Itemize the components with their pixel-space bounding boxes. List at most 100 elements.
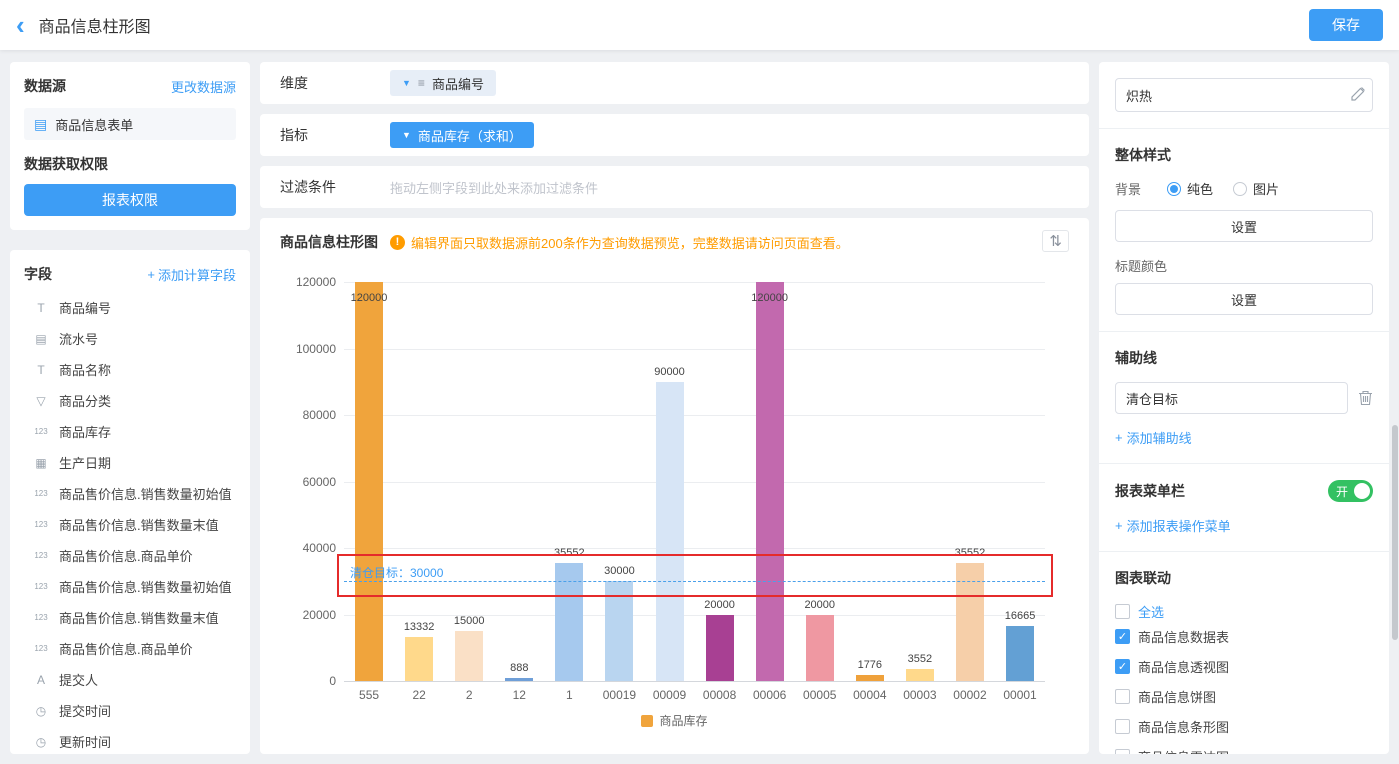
dimension-tag[interactable]: ▼ ≡ 商品编号 [390, 70, 496, 96]
filter-row[interactable]: 过滤条件 拖动左侧字段到此处来添加过滤条件 [260, 166, 1089, 208]
x-axis-tick: 00001 [995, 688, 1045, 702]
field-item[interactable]: 123商品售价信息.销售数量初始值 [24, 478, 236, 509]
report-menu-toggle[interactable]: 开 [1328, 480, 1373, 502]
field-item[interactable]: T商品编号 [24, 292, 236, 323]
add-report-menu-link[interactable]: + 添加报表操作菜单 [1115, 516, 1231, 535]
field-label: 商品名称 [59, 360, 111, 379]
field-item[interactable]: ▦生产日期 [24, 447, 236, 478]
linkage-title: 图表联动 [1115, 568, 1373, 588]
dimension-label: 维度 [280, 73, 390, 93]
bar-00009[interactable] [656, 382, 684, 681]
field-item[interactable]: 123商品售价信息.销售数量末值 [24, 509, 236, 540]
report-permission-button[interactable]: 报表权限 [24, 184, 236, 216]
bar-value-label: 30000 [604, 565, 635, 577]
field-item[interactable]: 123商品库存 [24, 416, 236, 447]
field-label: 流水号 [59, 329, 98, 348]
field-item[interactable]: ▽商品分类 [24, 385, 236, 416]
field-item[interactable]: ◷更新时间 [24, 726, 236, 754]
linkage-item[interactable]: 商品信息雷达图 [1115, 741, 1373, 754]
bar-slot: 16665 [995, 282, 1045, 681]
field-item[interactable]: 123商品售价信息.销售数量末值 [24, 602, 236, 633]
bar-00008[interactable] [706, 615, 734, 682]
y-axis-tick: 40000 [282, 541, 336, 555]
bar-12[interactable] [505, 678, 533, 681]
page-scrollbar[interactable] [1392, 425, 1398, 640]
radio-checked-icon [1167, 182, 1181, 196]
back-icon[interactable]: ‹ [16, 14, 25, 36]
field-item[interactable]: 123商品售价信息.商品单价 [24, 540, 236, 571]
metric-tag-label: 商品库存（求和） [418, 126, 522, 145]
bar-slot: 20000 [795, 282, 845, 681]
checkbox-unchecked-icon[interactable] [1115, 689, 1130, 704]
field-item[interactable]: ◷提交时间 [24, 695, 236, 726]
metric-tag[interactable]: ▼ 商品库存（求和） [390, 122, 534, 148]
person-icon: A [32, 673, 50, 687]
bar-00001[interactable] [1006, 626, 1034, 681]
change-datasource-link[interactable]: 更改数据源 [171, 77, 236, 96]
bar-value-label: 120000 [351, 292, 388, 304]
edit-icon[interactable] [1351, 87, 1365, 104]
add-aux-line-link[interactable]: + 添加辅助线 [1115, 428, 1192, 447]
field-item[interactable]: A提交人 [24, 664, 236, 695]
report-menu-title: 报表菜单栏 [1115, 481, 1185, 501]
bar-555[interactable] [355, 282, 383, 681]
bar-22[interactable] [405, 637, 433, 681]
bar-00006[interactable] [756, 282, 784, 681]
checkbox-checked-icon[interactable]: ✓ [1115, 659, 1130, 674]
chart-title-input[interactable] [1115, 78, 1373, 112]
checkbox-unchecked-icon[interactable] [1115, 719, 1130, 734]
linkage-item[interactable]: ✓ 商品信息数据表 [1115, 621, 1373, 651]
x-axis-tick: 00005 [795, 688, 845, 702]
linkage-item-label: 商品信息数据表 [1138, 627, 1229, 646]
linkage-item-label: 商品信息雷达图 [1138, 747, 1229, 755]
filter-label: 过滤条件 [280, 177, 390, 197]
bar-value-label: 1776 [858, 659, 882, 671]
bar-slot: 3552 [895, 282, 945, 681]
plus-icon: + [147, 267, 155, 282]
bar-00003[interactable] [906, 669, 934, 681]
background-set-button[interactable]: 设置 [1115, 210, 1373, 242]
legend-swatch [641, 715, 653, 727]
number-icon: 123 [32, 582, 50, 591]
text-icon: T [32, 301, 50, 315]
bar-2[interactable] [455, 631, 483, 681]
field-item[interactable]: 123商品售价信息.商品单价 [24, 633, 236, 664]
trash-icon[interactable] [1358, 390, 1373, 406]
select-all-link[interactable]: 全选 [1138, 602, 1164, 621]
bar-00019[interactable] [605, 581, 633, 681]
x-axis-tick: 00019 [594, 688, 644, 702]
bar-00005[interactable] [806, 615, 834, 682]
bg-solid-radio[interactable]: 纯色 [1167, 179, 1213, 198]
linkage-item-label: 商品信息饼图 [1138, 687, 1216, 706]
checkbox-unchecked-icon[interactable] [1115, 749, 1130, 755]
field-item[interactable]: T商品名称 [24, 354, 236, 385]
number-icon: 123 [32, 551, 50, 560]
bar-00004[interactable] [856, 675, 884, 681]
center-column: 维度 ▼ ≡ 商品编号 指标 ▼ 商品库存（求和） 过滤条件 拖动左侧字段到此处… [260, 62, 1089, 754]
save-button[interactable]: 保存 [1309, 9, 1383, 41]
field-label: 商品售价信息.销售数量初始值 [59, 577, 232, 596]
linkage-item[interactable]: 商品信息条形图 [1115, 711, 1373, 741]
x-axis-tick: 00003 [895, 688, 945, 702]
datasource-item[interactable]: ▤ 商品信息表单 [24, 108, 236, 140]
overall-style-title: 整体样式 [1115, 145, 1373, 165]
top-bar: ‹ 商品信息柱形图 保存 [0, 0, 1399, 50]
select-icon: ▽ [32, 394, 50, 408]
sort-icon[interactable]: ⇅ [1042, 230, 1069, 252]
bar-slot: 120000 [344, 282, 394, 681]
add-calc-field-link[interactable]: + 添加计算字段 [147, 265, 236, 284]
title-color-set-button[interactable]: 设置 [1115, 283, 1373, 315]
linkage-item[interactable]: ✓商品信息透视图 [1115, 651, 1373, 681]
linkage-item[interactable]: 商品信息饼图 [1115, 681, 1373, 711]
bar-value-label: 888 [510, 662, 528, 674]
bar-value-label: 20000 [804, 599, 835, 611]
field-item[interactable]: ▤流水号 [24, 323, 236, 354]
bg-image-radio[interactable]: 图片 [1233, 179, 1279, 198]
aux-line-input[interactable] [1115, 382, 1348, 414]
checkbox-checked-icon[interactable]: ✓ [1115, 629, 1130, 644]
select-all-checkbox[interactable] [1115, 604, 1130, 619]
chart-legend[interactable]: 商品库存 [280, 712, 1069, 729]
field-item[interactable]: 123 商品售价信息.销售数量初始值 [24, 571, 236, 602]
dimension-row: 维度 ▼ ≡ 商品编号 [260, 62, 1089, 104]
toggle-on-label: 开 [1336, 483, 1348, 500]
